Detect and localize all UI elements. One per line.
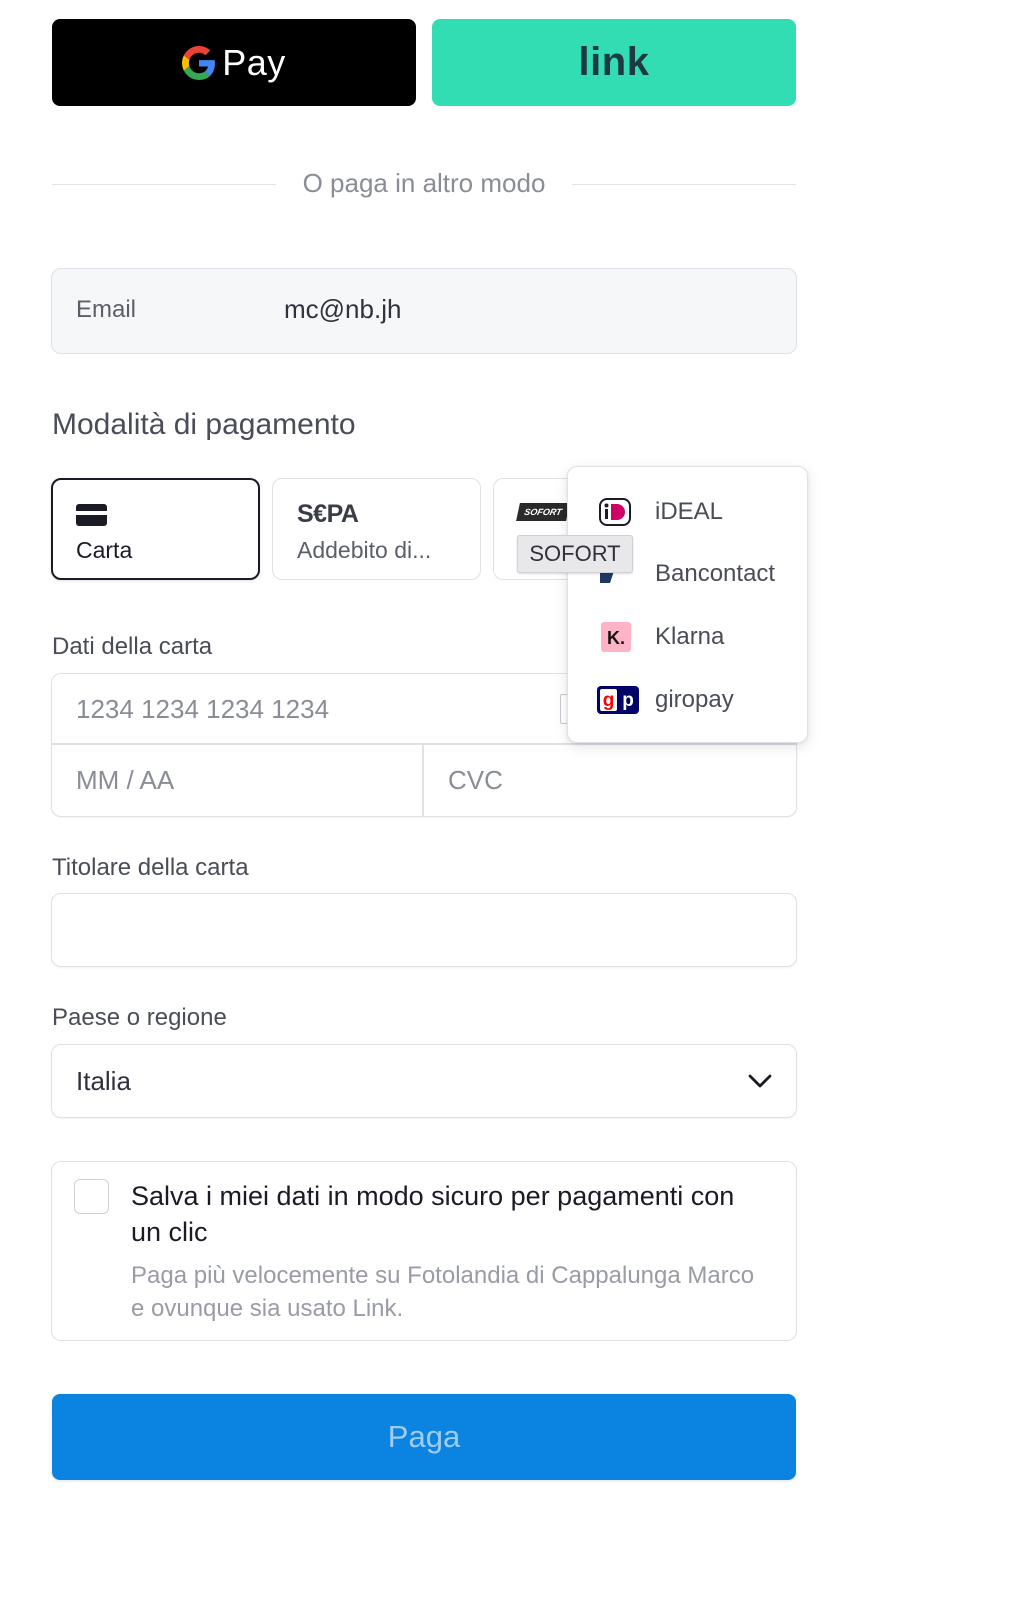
cardholder-input[interactable] — [51, 893, 797, 967]
tab-sepa[interactable] — [272, 478, 481, 580]
card-row-divider — [52, 743, 796, 745]
card-details-label: Dati della carta — [52, 633, 213, 660]
sofort-tooltip: SOFORT — [517, 535, 633, 573]
card-cvc-input[interactable]: CVC — [448, 765, 503, 796]
tab-card-label: Carta — [76, 537, 133, 563]
credit-card-icon-stripe — [76, 511, 107, 515]
card-expiry-input[interactable]: MM / AA — [76, 765, 174, 796]
email-field[interactable] — [51, 268, 797, 354]
pay-button-label: Paga — [387, 1419, 461, 1454]
pay-button[interactable]: Paga — [52, 1394, 796, 1480]
sepa-logo: S€PA — [297, 500, 359, 528]
menu-item-klarna-label: Klarna — [655, 623, 725, 650]
save-info-subtitle: Paga più velocemente su Fotolandia di Ca… — [131, 1262, 755, 1322]
google-g-icon — [182, 45, 216, 80]
save-info-checkbox[interactable] — [74, 1179, 109, 1214]
card-col-divider — [422, 744, 424, 816]
card-number-input[interactable]: 1234 1234 1234 1234 — [76, 694, 329, 725]
menu-item-ideal[interactable]: iDEAL — [568, 482, 809, 542]
ideal-icon — [599, 498, 631, 526]
divider-line-right — [572, 184, 796, 185]
divider-line-left — [52, 184, 276, 185]
menu-item-bancontact-label: Bancontact — [655, 560, 776, 587]
credit-card-icon — [76, 504, 107, 526]
link-logo-text: link — [578, 40, 650, 84]
klarna-icon: K. — [601, 622, 631, 652]
google-pay-button[interactable]: Pay — [52, 19, 416, 106]
cardholder-label: Titolare della carta — [52, 854, 249, 881]
email-value[interactable]: mc@nb.jh — [284, 294, 401, 325]
gpay-label: Pay — [222, 41, 286, 83]
payment-method-title: Modalità di pagamento — [52, 408, 356, 441]
svg-text:p: p — [622, 690, 634, 711]
svg-text:K.: K. — [607, 628, 625, 648]
menu-item-ideal-label: iDEAL — [655, 498, 724, 525]
menu-item-giropay[interactable]: g p giropay — [568, 670, 809, 730]
sofort-logo: SOFORT — [516, 503, 570, 521]
more-payment-methods-menu: iDEAL Bancontact K. Klarna g p giropay — [567, 466, 808, 743]
save-info-title: Salva i miei dati in modo sicuro per pag… — [131, 1181, 735, 1247]
email-label: Email — [76, 296, 137, 323]
menu-item-giropay-label: giropay — [655, 686, 734, 713]
svg-text:g: g — [603, 690, 615, 711]
tab-sepa-label: Addebito di... — [297, 537, 432, 563]
chevron-down-icon — [748, 1074, 772, 1088]
country-label: Paese o regione — [52, 1004, 227, 1031]
country-select[interactable] — [51, 1044, 797, 1118]
giropay-icon: g p — [597, 686, 639, 714]
alternative-payment-divider: O paga in altro modo — [302, 168, 546, 198]
link-pay-button[interactable]: link — [432, 19, 796, 106]
tab-card[interactable] — [51, 478, 260, 580]
menu-item-klarna[interactable]: K. Klarna — [568, 607, 809, 667]
country-select-value: Italia — [76, 1066, 131, 1096]
